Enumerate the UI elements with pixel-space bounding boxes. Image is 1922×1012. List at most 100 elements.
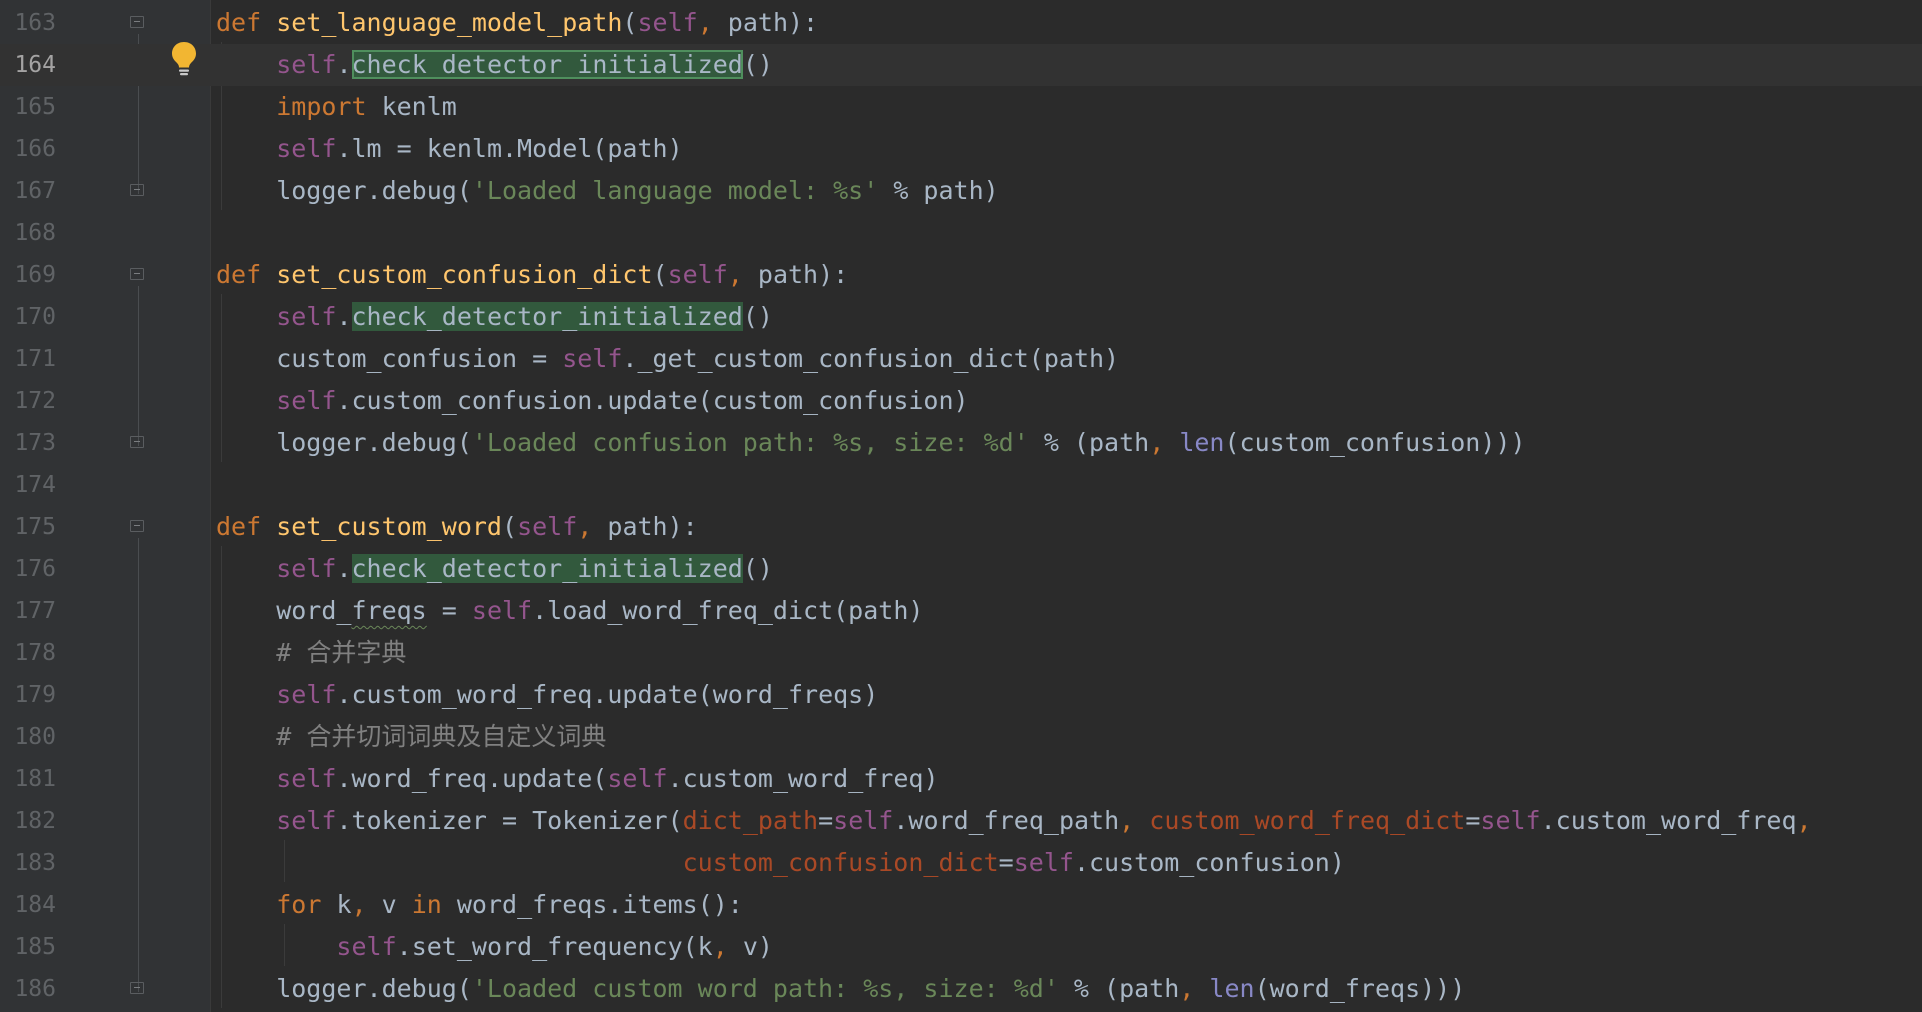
- code-line[interactable]: 184 for k, v in word_freqs.items():: [0, 884, 1922, 926]
- code-line[interactable]: 169 def set_custom_confusion_dict(self, p…: [0, 254, 1922, 296]
- code-line[interactable]: 165 import kenlm: [0, 86, 1922, 128]
- code-token: .custom_word_freq): [667, 764, 939, 793]
- code-line[interactable]: 180 # 合并切词词典及自定义词典: [0, 716, 1922, 758]
- code-token: def: [216, 260, 277, 289]
- code-line[interactable]: 183 custom_confusion_dict=self.custom_co…: [0, 842, 1922, 884]
- code-text[interactable]: self.tokenizer = Tokenizer(dict_path=sel…: [216, 800, 1812, 842]
- code-token: self: [667, 260, 728, 289]
- code-token: .word_freq_path: [893, 806, 1120, 835]
- code-token: .word_freq.update(: [336, 764, 608, 793]
- code-token: set_custom_confusion_dict: [276, 260, 653, 289]
- code-line[interactable]: 168: [0, 212, 1922, 254]
- code-line[interactable]: 182 self.tokenizer = Tokenizer(dict_path…: [0, 800, 1922, 842]
- code-token: =: [426, 596, 472, 625]
- line-number: 171: [14, 346, 56, 372]
- code-line[interactable]: 186 logger.debug('Loaded custom word pat…: [0, 968, 1922, 1010]
- code-line[interactable]: 164 self.check_detector_initialized(): [0, 44, 1922, 86]
- fold-box-icon: [130, 184, 144, 196]
- code-token: in: [411, 890, 457, 919]
- code-token: logger.debug(: [216, 974, 472, 1003]
- lightbulb-icon[interactable]: [170, 40, 198, 78]
- fold-toggle-icon[interactable]: [130, 436, 144, 450]
- code-token: self: [276, 554, 337, 583]
- line-number: 166: [14, 136, 56, 162]
- line-number: 181: [14, 766, 56, 792]
- code-text[interactable]: self.check_detector_initialized(): [216, 548, 773, 590]
- code-token: (: [622, 8, 638, 37]
- code-text[interactable]: self.custom_word_freq.update(word_freqs): [216, 674, 878, 716]
- code-text[interactable]: # 合并切词词典及自定义词典: [216, 716, 606, 758]
- line-number: 163: [14, 10, 56, 36]
- code-line[interactable]: 181 self.word_freq.update(self.custom_wo…: [0, 758, 1922, 800]
- code-token: (): [742, 554, 773, 583]
- code-line[interactable]: 163 def set_language_model_path(self, pat…: [0, 2, 1922, 44]
- code-line[interactable]: 177 word_freqs = self.load_word_freq_dic…: [0, 590, 1922, 632]
- fold-toggle-icon[interactable]: [130, 16, 144, 30]
- line-number: 185: [14, 934, 56, 960]
- code-token: (: [502, 512, 518, 541]
- code-line[interactable]: 175 def set_custom_word(self, path):: [0, 506, 1922, 548]
- code-token: .lm = kenlm.Model(path): [336, 134, 683, 163]
- code-token: (word_freqs))): [1254, 974, 1466, 1003]
- code-text[interactable]: logger.debug('Loaded custom word path: %…: [216, 968, 1465, 1010]
- line-number: 169: [14, 262, 56, 288]
- code-line[interactable]: 173 logger.debug('Loaded confusion path:…: [0, 422, 1922, 464]
- code-text[interactable]: def set_custom_confusion_dict(self, path…: [216, 254, 848, 296]
- code-line[interactable]: 166 self.lm = kenlm.Model(path): [0, 128, 1922, 170]
- code-line[interactable]: 171 custom_confusion = self._get_custom_…: [0, 338, 1922, 380]
- code-line[interactable]: 170 self.check_detector_initialized(): [0, 296, 1922, 338]
- code-text[interactable]: custom_confusion_dict=self.custom_confus…: [216, 842, 1345, 884]
- line-number: 176: [14, 556, 56, 582]
- line-number: 173: [14, 430, 56, 456]
- code-text[interactable]: word_freqs = self.load_word_freq_dict(pa…: [216, 590, 923, 632]
- line-number: 186: [14, 976, 56, 1002]
- code-text[interactable]: def set_custom_word(self, path):: [216, 506, 698, 548]
- code-line[interactable]: 174: [0, 464, 1922, 506]
- code-text[interactable]: logger.debug('Loaded language model: %s'…: [216, 170, 998, 212]
- code-token: .: [336, 50, 352, 79]
- code-token: .: [336, 554, 352, 583]
- code-text[interactable]: self.lm = kenlm.Model(path): [216, 128, 683, 170]
- code-line[interactable]: 167 logger.debug('Loaded language model:…: [0, 170, 1922, 212]
- code-token: logger.debug(: [216, 428, 472, 457]
- code-token: ,: [1796, 806, 1812, 835]
- code-text[interactable]: # 合并字典: [216, 632, 406, 674]
- code-line[interactable]: 178 # 合并字典: [0, 632, 1922, 674]
- code-text[interactable]: def set_language_model_path(self, path):: [216, 2, 818, 44]
- fold-toggle-icon[interactable]: [130, 268, 144, 282]
- fold-box-icon: [130, 268, 144, 280]
- code-token: % (path: [1058, 974, 1180, 1003]
- line-number: 182: [14, 808, 56, 834]
- code-text[interactable]: self.set_word_frequency(k, v): [216, 926, 773, 968]
- code-editor[interactable]: 163 def set_language_model_path(self, pat…: [0, 0, 1922, 1012]
- fold-box-icon: [130, 16, 144, 28]
- fold-toggle-icon[interactable]: [130, 982, 144, 996]
- code-token: .set_word_frequency(k: [396, 932, 713, 961]
- code-text[interactable]: self.check_detector_initialized(): [216, 296, 773, 338]
- code-token: .: [336, 302, 352, 331]
- code-text[interactable]: self.word_freq.update(self.custom_word_f…: [216, 758, 939, 800]
- code-text[interactable]: logger.debug('Loaded confusion path: %s,…: [216, 422, 1525, 464]
- code-line[interactable]: 179 self.custom_word_freq.update(word_fr…: [0, 674, 1922, 716]
- code-text[interactable]: import kenlm: [216, 86, 457, 128]
- code-line[interactable]: 185 self.set_word_frequency(k, v): [0, 926, 1922, 968]
- code-line[interactable]: 176 self.check_detector_initialized(): [0, 548, 1922, 590]
- code-text[interactable]: custom_confusion = self._get_custom_conf…: [216, 338, 1119, 380]
- code-line[interactable]: 172 self.custom_confusion.update(custom_…: [0, 380, 1922, 422]
- line-number: 164: [14, 52, 56, 78]
- code-token: ,: [697, 8, 728, 37]
- code-text[interactable]: self.check_detector_initialized(): [216, 44, 773, 86]
- code-text[interactable]: self.custom_confusion.update(custom_conf…: [216, 380, 968, 422]
- code-token: self: [276, 386, 337, 415]
- code-token: self: [1480, 806, 1541, 835]
- code-text[interactable]: for k, v in word_freqs.items():: [216, 884, 743, 926]
- fold-toggle-icon[interactable]: [130, 520, 144, 534]
- fold-toggle-icon[interactable]: [130, 184, 144, 198]
- line-number: 177: [14, 598, 56, 624]
- line-number: 170: [14, 304, 56, 330]
